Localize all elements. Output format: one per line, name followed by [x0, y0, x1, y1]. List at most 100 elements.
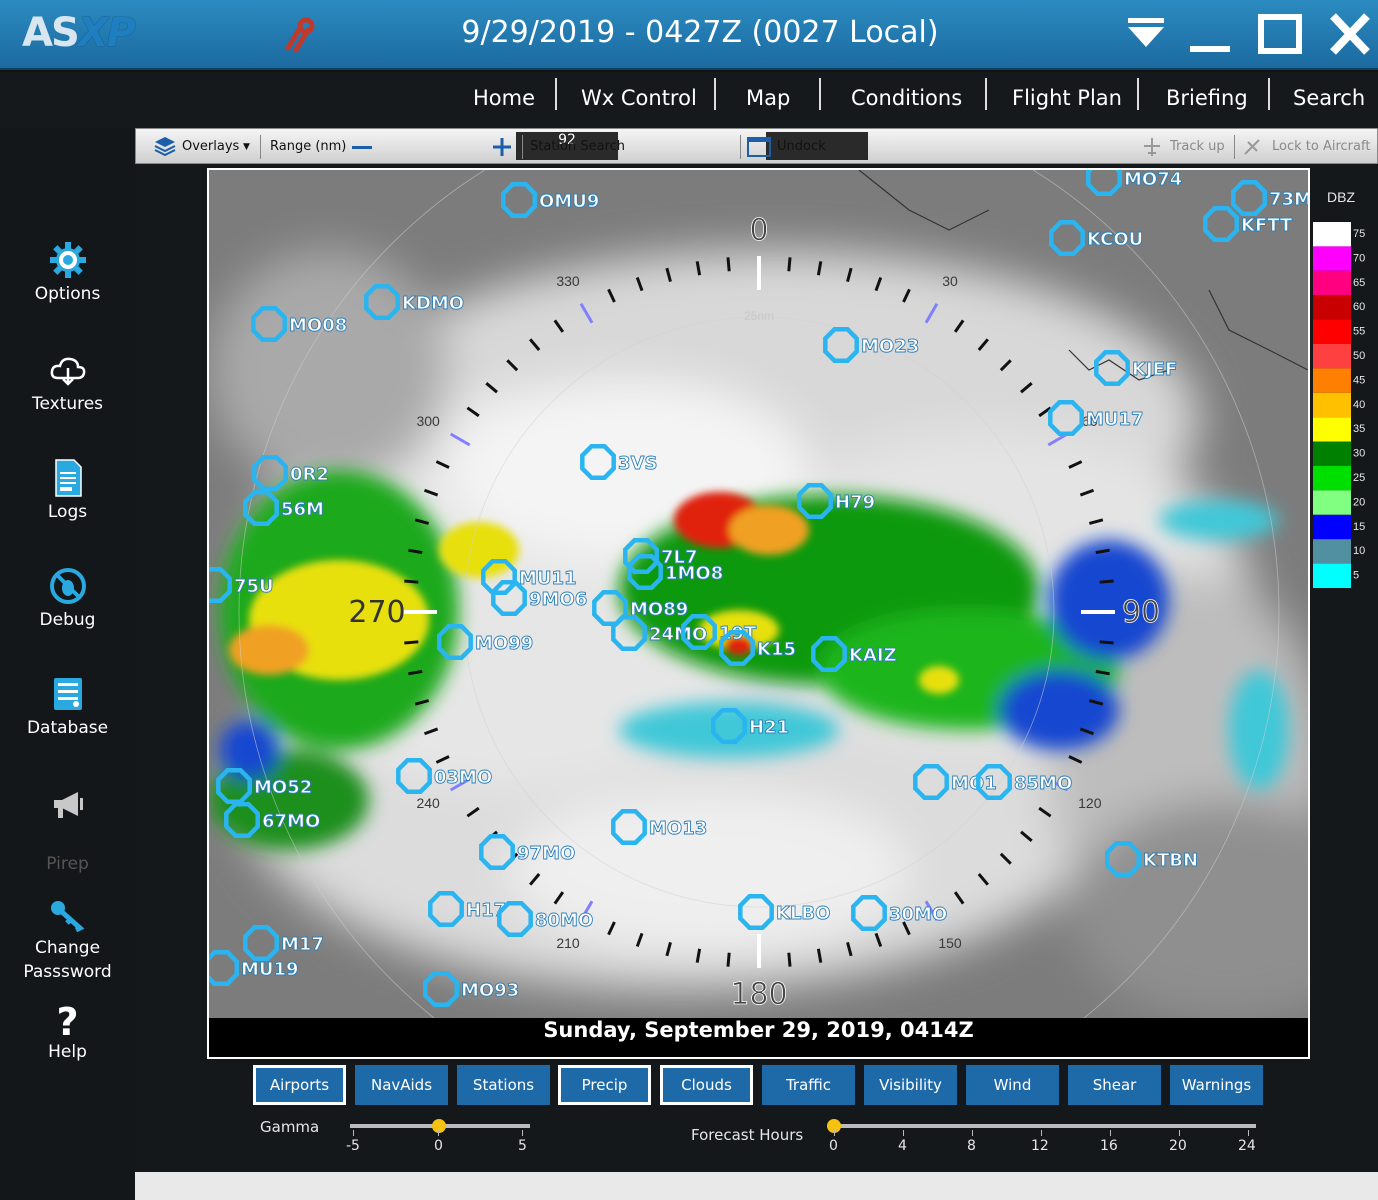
sidebar-item-textures[interactable]: Textures	[0, 350, 135, 414]
station-label: 85MO	[1014, 773, 1072, 794]
nav-divider	[1268, 78, 1270, 110]
range-increase-button[interactable]	[490, 135, 514, 159]
legend-swatch	[1313, 417, 1351, 442]
layer-visibility-button[interactable]: Visibility	[864, 1065, 957, 1105]
legend-swatch	[1313, 563, 1351, 588]
forecast-tick: 12	[1031, 1138, 1049, 1154]
link-icon	[285, 17, 315, 53]
station-label: 67MO	[262, 811, 320, 832]
sidebar-item-pirep[interactable]: Pirep	[0, 784, 135, 874]
layer-shear-button[interactable]: Shear	[1068, 1065, 1161, 1105]
nav-conditions[interactable]: Conditions	[851, 86, 962, 110]
toolbar-divider	[1234, 135, 1235, 159]
station-label: MO08	[289, 315, 347, 336]
title-bar: ASXP 9/29/2019 - 0427Z (0027 Local)	[0, 0, 1378, 70]
station-label: 75U	[234, 576, 274, 597]
nav-briefing[interactable]: Briefing	[1166, 86, 1248, 110]
nav-divider	[1137, 78, 1139, 110]
layer-precip-button[interactable]: Precip	[558, 1065, 651, 1105]
nav-flight-plan[interactable]: Flight Plan	[1012, 86, 1122, 110]
station-label: KTBN	[1143, 850, 1198, 871]
station-label: MO89	[630, 599, 688, 620]
key-icon	[50, 901, 84, 932]
close-icon[interactable]	[1326, 10, 1374, 58]
maximize-icon[interactable]	[1256, 10, 1304, 58]
app-logo: ASXP	[22, 10, 136, 56]
station-label: 97MO	[517, 843, 575, 864]
chevron-down-icon[interactable]: ▼	[243, 142, 250, 152]
layer-stations-button[interactable]: Stations	[457, 1065, 550, 1105]
legend-title: DBZ	[1327, 189, 1355, 205]
station-label: 03MO	[434, 767, 492, 788]
radar-canvas[interactable]: 25nm090180270330 30300 60240 120210 150 OMU9…	[209, 170, 1308, 1018]
radar-map[interactable]: 25nm 0 90 180 270 330 30 300 60 240 120 210 150 OMU9…	[207, 168, 1310, 1059]
bearing-label: 30	[942, 273, 958, 289]
legend-swatch	[1313, 490, 1351, 515]
compass-tick	[404, 579, 419, 584]
sidebar-item-logs[interactable]: Logs	[0, 458, 135, 522]
layer-warnings-button[interactable]: Warnings	[1170, 1065, 1263, 1105]
heading-label: 180	[730, 977, 787, 1012]
undock-button[interactable]: Undock	[777, 139, 826, 154]
help-icon: ?	[56, 1000, 79, 1044]
legend-swatch	[1313, 319, 1351, 344]
forecast-tick-mark	[903, 1130, 904, 1136]
station-search-label: Station Search	[530, 139, 626, 154]
sidebar-item-database[interactable]: Database	[0, 674, 135, 738]
undock-icon	[747, 137, 771, 157]
lock-aircraft-icon	[1244, 139, 1260, 155]
sidebar-label-logs: Logs	[47, 502, 88, 522]
legend-swatch	[1313, 441, 1351, 466]
sidebar-label-textures: Textures	[31, 394, 104, 414]
sidebar-item-change-password[interactable]: Change Passsword	[0, 898, 135, 984]
legend-level: 5	[1353, 570, 1359, 582]
track-up-button[interactable]: Track up	[1170, 139, 1225, 154]
layers-icon	[154, 137, 176, 157]
sidebar-item-help[interactable]: ? Help	[0, 1002, 135, 1062]
station-label: H79	[835, 492, 875, 513]
gamma-slider-thumb[interactable]	[432, 1119, 446, 1133]
forecast-tick: 16	[1100, 1138, 1118, 1154]
status-bar	[135, 1172, 1378, 1200]
range-decrease-button[interactable]	[352, 146, 372, 149]
station-label: KJEF	[1132, 359, 1177, 380]
legend-level: 25	[1353, 472, 1365, 484]
legend-level: 45	[1353, 374, 1365, 386]
compass-tick	[787, 257, 792, 272]
sidebar-item-debug[interactable]: Debug	[0, 566, 135, 630]
forecast-slider-track[interactable]	[832, 1124, 1256, 1128]
layer-wind-button[interactable]: Wind	[966, 1065, 1059, 1105]
gamma-tick: 5	[518, 1138, 527, 1154]
legend-level: 30	[1353, 448, 1365, 460]
forecast-tick-mark	[1248, 1130, 1249, 1136]
layer-airports-button[interactable]: Airports	[253, 1065, 346, 1105]
station-label: 0R2	[290, 464, 329, 485]
station-label: MU11	[519, 568, 577, 589]
station-label: 1MO8	[665, 563, 723, 584]
legend-level: 55	[1353, 326, 1365, 338]
station-label: KLBO	[776, 903, 830, 924]
sidebar-label-pirep: Pirep	[46, 854, 89, 874]
station-label: MU19	[241, 959, 299, 980]
sidebar-label-options: Options	[34, 284, 101, 304]
station-label: 30MO	[889, 904, 947, 925]
bearing-label: 330	[556, 273, 580, 289]
overlays-dropdown[interactable]: Overlays	[182, 139, 239, 154]
minimize-icon[interactable]	[1186, 10, 1234, 58]
layer-traffic-button[interactable]: Traffic	[762, 1065, 855, 1105]
window-title: 9/29/2019 - 0427Z (0027 Local)	[461, 15, 939, 50]
legend-level: 40	[1353, 399, 1365, 411]
nav-wx-control[interactable]: Wx Control	[581, 86, 697, 110]
sidebar-item-options[interactable]: Options	[0, 240, 135, 304]
layer-clouds-button[interactable]: Clouds	[660, 1065, 753, 1105]
legend-level: 35	[1353, 423, 1365, 435]
dropdown-icon[interactable]	[1122, 10, 1170, 58]
nav-search[interactable]: Search	[1293, 86, 1365, 110]
forecast-tick-mark	[834, 1130, 835, 1136]
layer-navaids-button[interactable]: NavAids	[355, 1065, 448, 1105]
nav-map[interactable]: Map	[746, 86, 790, 110]
lock-to-aircraft-button[interactable]: Lock to Aircraft	[1272, 139, 1370, 154]
legend-swatch	[1313, 295, 1351, 320]
nav-home[interactable]: Home	[473, 86, 535, 110]
bearing-label: 300	[416, 413, 440, 429]
